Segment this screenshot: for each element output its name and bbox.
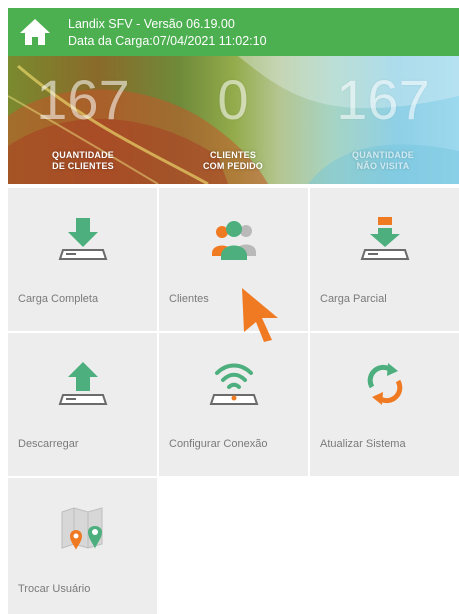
tile-label: Configurar Conexão (169, 438, 268, 450)
people-icon (212, 221, 256, 260)
map-pins-icon (61, 507, 103, 550)
home-icon (20, 19, 50, 45)
tile-label: Clientes (169, 293, 209, 305)
stat-value: 0 (217, 68, 249, 131)
home-button[interactable] (14, 14, 56, 50)
tile-trocar-usuario[interactable]: Trocar Usuário (8, 478, 157, 614)
stat-label: QUANTIDADE DE CLIENTES (8, 150, 158, 172)
wifi-device-icon (209, 363, 259, 405)
tile-atualizar-sistema[interactable]: Atualizar Sistema (310, 333, 459, 476)
stat-label-line1: QUANTIDADE (352, 150, 414, 160)
tile-configurar-conexao[interactable]: Configurar Conexão (159, 333, 308, 476)
stat-clients-with-order: 0 CLIENTES COM PEDIDO (158, 56, 308, 184)
stat-value: 167 (336, 68, 430, 131)
tile-label: Descarregar (18, 438, 79, 450)
stat-label-line1: QUANTIDADE (52, 150, 114, 160)
tile-label: Atualizar Sistema (320, 438, 406, 450)
tile-label: Trocar Usuário (18, 583, 91, 595)
tile-carga-parcial[interactable]: Carga Parcial (310, 188, 459, 331)
stat-value: 167 (36, 68, 130, 131)
tile-label: Carga Parcial (320, 293, 387, 305)
stat-label: CLIENTES COM PEDIDO (158, 150, 308, 172)
partial-download-icon (360, 217, 410, 260)
stat-label-line2: COM PEDIDO (202, 161, 263, 171)
stat-label: QUANTIDADE NÃO VISITA (308, 150, 458, 172)
stat-label-line2: DE CLIENTES (52, 161, 114, 171)
stats-banner: 167 QUANTIDADE DE CLIENTES 0 CLIENTES CO… (8, 56, 459, 184)
refresh-icon (367, 363, 403, 405)
pointer-cursor-icon (242, 288, 278, 342)
tile-descarregar[interactable]: Descarregar (8, 333, 157, 476)
load-date: Data da Carga:07/04/2021 11:02:10 (68, 34, 267, 48)
stat-total-clients: 167 QUANTIDADE DE CLIENTES (8, 56, 158, 184)
app-title: Landix SFV - Versão 06.19.00 (68, 17, 235, 31)
stat-label-line2: NÃO VISITA (356, 161, 410, 171)
stat-label-line1: CLIENTES (209, 150, 257, 160)
tile-carga-completa[interactable]: Carga Completa (8, 188, 157, 331)
download-tray-icon (58, 218, 108, 260)
stat-not-visited: 167 QUANTIDADE NÃO VISITA (308, 56, 458, 184)
tile-label: Carga Completa (18, 293, 99, 305)
app-header: Landix SFV - Versão 06.19.00 Data da Car… (8, 8, 459, 56)
upload-tray-icon (58, 362, 108, 405)
